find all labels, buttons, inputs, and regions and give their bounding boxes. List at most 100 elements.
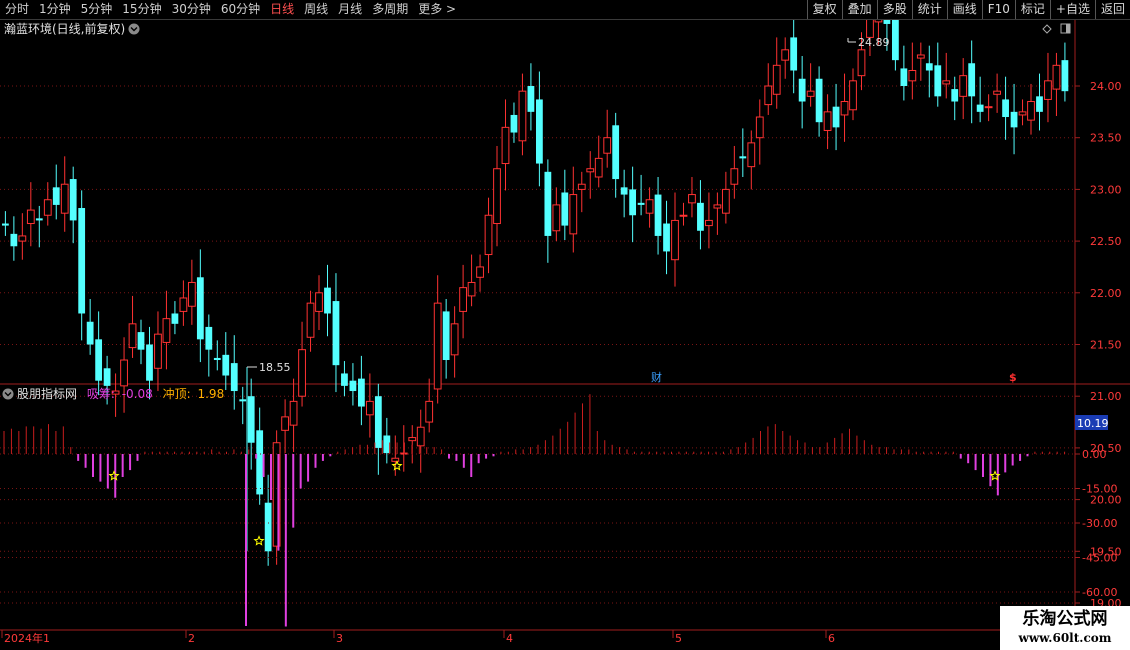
candle [840,73,849,142]
period-tab-6[interactable]: 日线 [265,0,299,19]
indicator-y-axis: 0.00 -15.00 -30.00 -45.00 -60.00 [1075,448,1117,599]
candle [730,145,739,199]
candle [86,299,94,355]
candle [60,156,69,232]
indicator-grid [0,453,1075,593]
candle [637,174,645,216]
period-tab-3[interactable]: 15分钟 [117,0,166,19]
candle [1002,76,1009,140]
toolbar-button-7[interactable]: +自选 [1049,0,1095,19]
candle [612,112,620,198]
candle [764,63,773,115]
period-tab-7[interactable]: 周线 [299,0,333,19]
candle [832,83,840,151]
watermark: 乐淘公式网 www.60lt.com [1000,606,1130,650]
indicator-y-tick: -60.00 [1082,586,1117,599]
candle [798,56,806,129]
candle [645,187,654,228]
candle [934,42,942,107]
candle [213,340,221,371]
candle [1027,83,1035,135]
candle [1036,73,1043,131]
candle [705,192,713,249]
indicator-y-tick: -15.00 [1082,483,1117,496]
candle [433,275,442,404]
candle [747,130,756,190]
toolbar-button-4[interactable]: 画线 [946,0,982,19]
period-tab-1[interactable]: 1分钟 [34,0,76,19]
toolbar-button-5[interactable]: F10 [981,0,1015,19]
period-tabs: 分时 1分钟 5分钟 15分钟 30分钟 60分钟 日线 周线 月线 多周期 更多 > [0,0,461,19]
candle [663,200,670,275]
chevron-down-icon[interactable] [128,23,140,35]
candle [984,94,993,122]
candle [10,216,18,261]
candle [1052,52,1061,116]
candle [205,314,213,377]
candle [476,254,484,292]
x-axis-label: 5 [675,632,682,645]
period-tab-8[interactable]: 月线 [333,0,367,19]
candle [332,273,340,393]
candle [501,99,510,191]
candle [925,45,933,98]
period-toolbar: 分时 1分钟 5分钟 15分钟 30分钟 60分钟 日线 周线 月线 多周期 更多 > 复权 叠加 多股… [0,0,1130,20]
window-icon[interactable] [1060,23,1071,34]
toolbar-button-8[interactable]: 返回 [1094,0,1130,19]
candle [916,42,925,81]
candle [137,319,145,365]
candle [187,259,196,325]
candle [849,68,857,121]
candle [1044,52,1052,123]
candle [162,290,171,370]
main-chart: 24.0023.5023.0022.5022.0021.5021.0020.50… [0,20,1130,610]
finance-event-marker[interactable]: 财 [651,370,662,384]
main-y-tick: 22.00 [1090,287,1122,300]
main-y-axis: 24.0023.5023.0022.5022.0021.5021.0020.50… [1075,80,1122,610]
star-signal-icon [108,470,120,481]
candle [1010,83,1018,155]
candle [416,409,425,473]
toolbar-button-0[interactable]: 复权 [806,0,842,19]
indicator-bars [3,394,1066,627]
toolbar-button-6[interactable]: 标记 [1014,0,1050,19]
candle [552,187,561,242]
period-tab-0[interactable]: 分时 [0,0,34,19]
period-tab-4[interactable]: 30分钟 [167,0,216,19]
watermark-url: www.60lt.com [1018,631,1112,645]
period-tab-2[interactable]: 5分钟 [76,0,118,19]
candle [383,417,391,464]
main-y-tick: 21.00 [1090,390,1122,403]
watermark-title: 乐淘公式网 [1022,609,1108,629]
period-tab-9[interactable]: 多周期 [367,0,413,19]
period-tab-5[interactable]: 60分钟 [216,0,265,19]
candle [154,311,162,392]
right-tools: 复权 叠加 多股 统计 画线 F10 标记 +自选 返回 [806,0,1130,19]
candle [315,275,323,331]
candle [341,361,348,397]
indicator-chevron-icon[interactable] [2,388,14,400]
toolbar-button-3[interactable]: 统计 [911,0,947,19]
candle [1061,42,1069,102]
x-axis: 2024年1 2 3 4 5 6 [0,629,1130,645]
chart-title: 瀚蓝环境(日线,前复权) [4,21,125,36]
candle [18,213,27,260]
indicator-panel: 0.00 -15.00 -30.00 -45.00 -60.00 股朋指标网 吸筹: -… [0,384,1117,630]
candle [425,378,434,433]
candle [179,280,188,326]
candle [654,176,662,255]
high-annotation: 24.89 [847,36,890,49]
candle [806,63,815,107]
period-tab-10[interactable]: 更多 > [413,0,461,19]
toolbar-button-1[interactable]: 叠加 [841,0,877,19]
candle [721,171,730,224]
candle [365,373,374,438]
candle [577,171,586,213]
candle [1018,99,1027,126]
candle [120,337,128,413]
chart-area: 24.0023.5023.0022.5022.0021.5021.0020.50… [0,20,1130,645]
toolbar-button-2[interactable]: 多股 [876,0,912,19]
candle [908,42,917,100]
diamond-icon[interactable] [1042,24,1052,34]
dividend-event-marker[interactable]: $ [1009,371,1017,384]
